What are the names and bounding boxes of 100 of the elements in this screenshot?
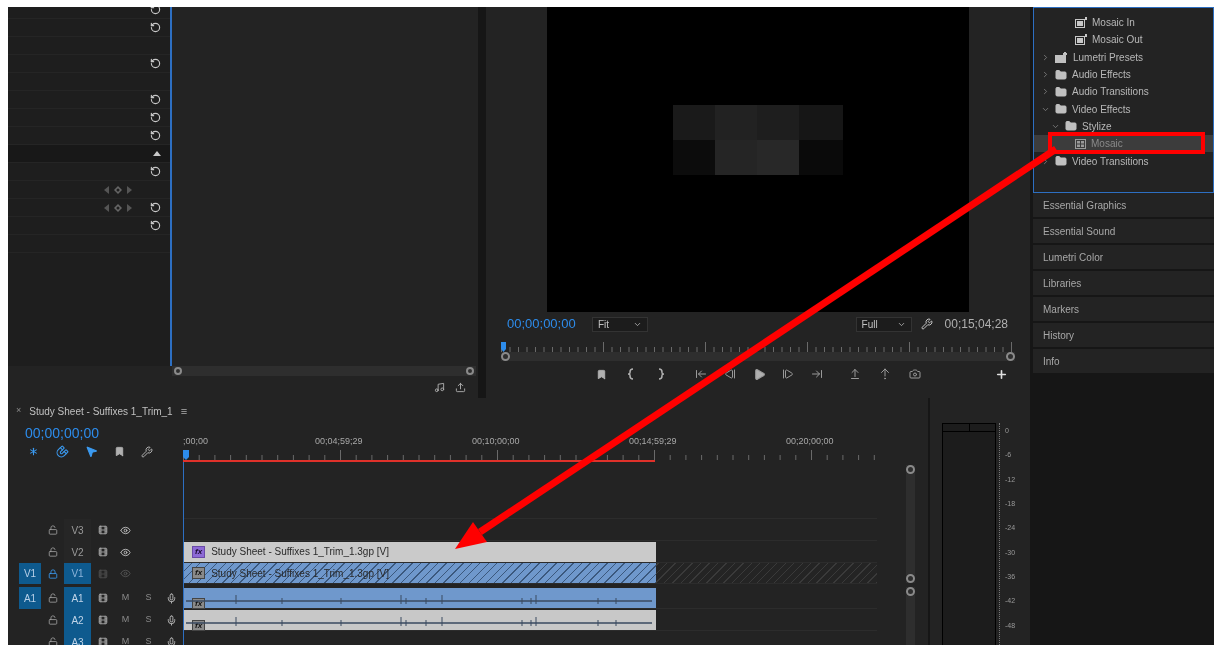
film-icon[interactable]: [97, 637, 108, 645]
reset-icon[interactable]: [150, 202, 161, 213]
audio-clip[interactable]: fx: [184, 609, 656, 630]
step-forward-icon: [782, 368, 794, 380]
mute-toggle[interactable]: M: [114, 591, 137, 605]
solo-toggle[interactable]: S: [137, 635, 160, 645]
unlock-icon[interactable]: [47, 547, 58, 557]
film-icon[interactable]: [97, 547, 108, 557]
preset-icon: [1075, 17, 1087, 29]
eye-icon[interactable]: [120, 524, 131, 536]
ruler-label: 00;20;00;00: [786, 435, 834, 446]
film-icon[interactable]: [97, 615, 108, 625]
scroll-bar[interactable]: [172, 366, 476, 376]
effect-tree-item[interactable]: Video Effects: [1034, 100, 1213, 118]
microphone-icon[interactable]: [166, 614, 177, 626]
effect-tree-label: Mosaic In: [1092, 16, 1135, 31]
panel-tab[interactable]: History: [1033, 323, 1214, 349]
lock-icon[interactable]: [47, 568, 58, 579]
close-tab-button[interactable]: ×: [16, 404, 22, 418]
mark-out-icon[interactable]: [658, 368, 664, 380]
folder-icon: [1055, 155, 1067, 167]
arrow-up-icon: [879, 368, 891, 380]
reset-icon[interactable]: [150, 94, 161, 105]
film-icon[interactable]: [97, 593, 108, 603]
arrow-to-line-icon: [695, 368, 707, 380]
expand-icon[interactable]: [1041, 70, 1050, 80]
effect-tree-item[interactable]: Audio Transitions: [1034, 83, 1213, 101]
panel-tab[interactable]: Libraries: [1033, 271, 1214, 297]
audio-clip[interactable]: fx: [184, 587, 656, 608]
mute-toggle[interactable]: M: [114, 635, 137, 645]
source-patch[interactable]: V1: [19, 563, 41, 584]
zoom-dropdown[interactable]: Fit: [592, 316, 648, 332]
settings-icon[interactable]: [920, 318, 933, 330]
unlock-icon[interactable]: [47, 637, 58, 645]
effect-tree-item[interactable]: Stylize: [1034, 117, 1213, 136]
video-clip[interactable]: fx Study Sheet - Suffixes 1_Trim_1.3gp [V]: [184, 563, 656, 583]
panel-tab[interactable]: Essential Graphics: [1033, 193, 1214, 219]
effect-tree-item[interactable]: Mosaic Out: [1034, 31, 1213, 49]
preset-icon: [1075, 34, 1087, 46]
expand-icon[interactable]: [1041, 87, 1050, 97]
timeline-timecode[interactable]: 00;00;00;00: [25, 424, 183, 442]
microphone-icon[interactable]: [166, 636, 177, 645]
unlock-icon[interactable]: [47, 593, 58, 603]
fx-badge: fx: [192, 619, 206, 631]
resolution-dropdown[interactable]: Full: [855, 316, 912, 332]
add-keyframe-icon[interactable]: [114, 203, 122, 212]
effect-tree-label: Lumetri Presets: [1073, 50, 1144, 65]
panel-tab[interactable]: Markers: [1033, 297, 1214, 323]
reset-icon[interactable]: [150, 112, 161, 123]
marker-icon[interactable]: [114, 446, 125, 457]
arrow-to-line-icon: [811, 368, 823, 380]
vertical-scroll-bar[interactable]: [905, 465, 915, 583]
solo-toggle[interactable]: S: [137, 591, 160, 605]
vertical-scroll-bar[interactable]: [905, 587, 915, 645]
reset-icon[interactable]: [150, 130, 161, 141]
reset-icon[interactable]: [150, 22, 161, 33]
export-icon[interactable]: [455, 381, 466, 393]
fx-badge: fx: [192, 597, 206, 609]
panel-tab[interactable]: Info: [1033, 349, 1214, 375]
marker-icon: [595, 368, 607, 380]
effect-tree-label: Mosaic: [1091, 137, 1123, 152]
reset-icon[interactable]: [150, 58, 161, 69]
track-target[interactable]: A1: [64, 587, 91, 609]
mark-in-icon[interactable]: [628, 368, 634, 380]
playhead-icon[interactable]: [183, 450, 189, 460]
track-target[interactable]: A3: [64, 631, 91, 645]
film-icon[interactable]: [97, 525, 108, 535]
track-target[interactable]: A2: [64, 609, 91, 631]
video-clip[interactable]: fx Study Sheet - Suffixes 1_Trim_1.3gp [V]: [184, 541, 656, 562]
folder-icon: [1065, 120, 1077, 133]
step-back-icon: [724, 368, 736, 380]
effect-tree-item[interactable]: Mosaic In: [1034, 14, 1213, 32]
track-target[interactable]: V1: [64, 563, 91, 584]
add-keyframe-icon[interactable]: [114, 185, 122, 194]
effect-tree-item[interactable]: Video Transitions: [1034, 152, 1213, 170]
settings-icon[interactable]: [141, 445, 153, 458]
reset-icon[interactable]: [150, 220, 161, 231]
panel-tab[interactable]: Essential Sound: [1033, 219, 1214, 245]
unlock-icon[interactable]: [47, 525, 58, 535]
mute-toggle[interactable]: M: [114, 613, 137, 627]
expand-icon[interactable]: [1041, 52, 1050, 62]
eye-icon[interactable]: [120, 546, 131, 558]
panel-tab[interactable]: Lumetri Color: [1033, 245, 1214, 271]
source-patch[interactable]: A1: [19, 587, 41, 609]
effect-tree-item[interactable]: Audio Effects: [1034, 65, 1213, 84]
current-timecode[interactable]: 00;00;00;00: [507, 314, 592, 334]
panel-menu-button[interactable]: ≡: [180, 402, 188, 420]
reset-icon[interactable]: [150, 7, 161, 15]
playhead-icon[interactable]: [501, 342, 506, 352]
reset-icon[interactable]: [150, 166, 161, 177]
solo-toggle[interactable]: S: [137, 613, 160, 627]
effect-tree-label: Video Transitions: [1072, 154, 1149, 169]
microphone-icon[interactable]: [166, 592, 177, 604]
scrub-bar[interactable]: [501, 352, 1015, 361]
unlock-icon[interactable]: [47, 615, 58, 625]
ruler-label: ;00;00: [183, 435, 209, 446]
sequence-tab[interactable]: Study Sheet - Suffixes 1_Trim_1: [29, 403, 173, 419]
collapse-icon[interactable]: [153, 151, 161, 156]
effect-tree-item[interactable]: Lumetri Presets: [1034, 48, 1213, 66]
magnet-icon[interactable]: [56, 445, 69, 458]
